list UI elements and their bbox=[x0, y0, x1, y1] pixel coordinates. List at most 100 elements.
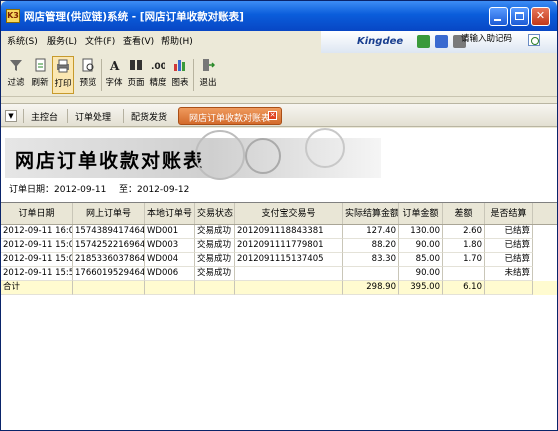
reconciliation-table: 订单日期 网上订单号 本地订单号 交易状态 支付宝交易号 实际结算金额 订单金额… bbox=[1, 202, 557, 428]
cell-order-date: 2012-09-11 16:00 bbox=[1, 225, 73, 239]
total-cell bbox=[195, 281, 235, 295]
filter-icon bbox=[10, 60, 22, 71]
column-header[interactable]: 差额 bbox=[443, 203, 485, 224]
helpcode-search-icon[interactable] bbox=[528, 34, 540, 46]
tab-active-reconciliation[interactable]: 网店订单收款对账表 ✕ bbox=[178, 107, 282, 125]
cell-trade-status: 交易成功 bbox=[195, 225, 235, 239]
people-icon[interactable] bbox=[417, 35, 430, 48]
cell-difference: 1.80 bbox=[443, 239, 485, 253]
printer-icon bbox=[57, 59, 69, 73]
cell-order-date: 2012-09-11 15:50 bbox=[1, 267, 73, 281]
column-header[interactable]: 实际结算金额 bbox=[343, 203, 399, 224]
filter-label: 过滤 bbox=[7, 78, 25, 88]
column-header[interactable]: 订单金额 bbox=[399, 203, 443, 224]
cell-local-order-no: WD001 bbox=[145, 225, 195, 239]
filter-button[interactable]: 过滤 bbox=[5, 56, 27, 94]
maximize-button[interactable] bbox=[510, 7, 529, 26]
cell-difference bbox=[443, 267, 485, 281]
cell-settled-status: 已结算 bbox=[485, 239, 533, 253]
toolbar-separator bbox=[101, 59, 102, 91]
banner-decoration bbox=[245, 138, 281, 174]
precision-label: 精度 bbox=[149, 78, 167, 88]
menu-system[interactable]: 系统(S) bbox=[7, 34, 38, 47]
menu-help[interactable]: 帮助(H) bbox=[161, 34, 193, 47]
total-cell bbox=[145, 281, 195, 295]
banner-decoration bbox=[305, 128, 345, 168]
column-header[interactable]: 本地订单号 bbox=[145, 203, 195, 224]
tab-distribution[interactable]: 配货发货 bbox=[131, 110, 167, 123]
cell-alipay-no: 2012091115137405 bbox=[235, 253, 343, 267]
preview-label: 预览 bbox=[79, 78, 97, 88]
refresh-label: 刷新 bbox=[31, 78, 49, 88]
table-row[interactable]: 2012-09-11 15:05 157425221696453 WD003 交… bbox=[1, 239, 557, 253]
total-difference: 6.10 bbox=[443, 281, 485, 295]
total-label: 合计 bbox=[1, 281, 73, 295]
cell-settled-amount: 127.40 bbox=[343, 225, 399, 239]
cell-order-amount: 90.00 bbox=[399, 267, 443, 281]
helpcode-label: 请输入助记码 bbox=[461, 34, 513, 44]
app-logo-icon: K3 bbox=[6, 9, 20, 23]
refresh-button[interactable]: 刷新 bbox=[29, 56, 51, 94]
svg-text:.00: .00 bbox=[151, 62, 165, 72]
print-button[interactable]: 打印 bbox=[52, 56, 74, 94]
title-bar: K3 网店管理(供应链)系统 - [网店订单收款对账表] ✕ bbox=[1, 1, 557, 31]
cell-online-order-no: 157425221696453 bbox=[73, 239, 145, 253]
report-content: 网店订单收款对账表 订单日期：2012-09-11 至：2012-09-12 订… bbox=[1, 128, 557, 430]
cell-difference: 1.70 bbox=[443, 253, 485, 267]
minimize-button[interactable] bbox=[489, 7, 508, 26]
cell-settled-amount bbox=[343, 267, 399, 281]
column-header[interactable]: 网上订单号 bbox=[73, 203, 145, 224]
tab-separator bbox=[67, 109, 68, 123]
total-order-amount: 395.00 bbox=[399, 281, 443, 295]
tab-order-processing[interactable]: 订单处理 bbox=[75, 110, 111, 123]
table-row[interactable]: 2012-09-11 15:50 176601952946453 WD006 交… bbox=[1, 267, 557, 281]
column-header[interactable]: 支付宝交易号 bbox=[235, 203, 343, 224]
toolbar: 过滤 刷新 打印 预览 A 字体 页面 .00 精度 图表 bbox=[1, 53, 557, 97]
cell-alipay-no bbox=[235, 267, 343, 281]
tab-active-label: 网店订单收款对账表 bbox=[189, 114, 271, 124]
cell-order-amount: 85.00 bbox=[399, 253, 443, 267]
report-banner: 网店订单收款对账表 bbox=[5, 128, 381, 180]
page-button[interactable]: 页面 bbox=[125, 56, 147, 94]
menu-service[interactable]: 服务(L) bbox=[47, 34, 77, 47]
chart-button[interactable]: 图表 bbox=[169, 56, 191, 94]
banner-decoration bbox=[195, 130, 245, 180]
tabs-bar: ▼ 主控台 订单处理 配货发货 网店订单收款对账表 ✕ bbox=[1, 103, 557, 127]
exit-button[interactable]: 退出 bbox=[197, 56, 219, 94]
monitor-icon[interactable] bbox=[435, 35, 448, 48]
table-header-row: 订单日期 网上订单号 本地订单号 交易状态 支付宝交易号 实际结算金额 订单金额… bbox=[1, 203, 557, 225]
cell-trade-status: 交易成功 bbox=[195, 239, 235, 253]
cell-settled-status: 已结算 bbox=[485, 253, 533, 267]
column-header[interactable]: 订单日期 bbox=[1, 203, 73, 224]
preview-button[interactable]: 预览 bbox=[77, 56, 99, 94]
cell-settled-amount: 88.20 bbox=[343, 239, 399, 253]
tabs-dropdown-icon[interactable]: ▼ bbox=[5, 110, 17, 122]
table-row[interactable]: 2012-09-11 16:00 157438941746453 WD001 交… bbox=[1, 225, 557, 239]
cell-local-order-no: WD004 bbox=[145, 253, 195, 267]
brand-area: Kingdee bbox=[321, 31, 557, 53]
menu-file[interactable]: 文件(F) bbox=[85, 34, 115, 47]
tab-console[interactable]: 主控台 bbox=[31, 110, 58, 123]
close-button[interactable]: ✕ bbox=[531, 7, 550, 26]
order-date-to: 至：2012-09-12 bbox=[119, 185, 190, 195]
cell-trade-status: 交易成功 bbox=[195, 253, 235, 267]
table-row[interactable]: 2012-09-11 15:05 218533603786453 WD004 交… bbox=[1, 253, 557, 267]
precision-button[interactable]: .00 精度 bbox=[147, 56, 169, 94]
total-cell bbox=[485, 281, 533, 295]
cell-local-order-no: WD006 bbox=[145, 267, 195, 281]
cell-alipay-no: 2012091118843381 bbox=[235, 225, 343, 239]
exit-icon bbox=[203, 59, 215, 71]
order-date-from: 订单日期：2012-09-11 bbox=[9, 185, 107, 195]
cell-trade-status: 交易成功 bbox=[195, 267, 235, 281]
page-icon bbox=[130, 60, 142, 70]
font-button[interactable]: A 字体 bbox=[103, 56, 125, 94]
menu-view[interactable]: 查看(V) bbox=[123, 34, 154, 47]
report-title: 网店订单收款对账表 bbox=[15, 150, 205, 172]
cell-order-date: 2012-09-11 15:05 bbox=[1, 239, 73, 253]
toolbar-separator bbox=[193, 59, 194, 91]
total-cell bbox=[73, 281, 145, 295]
column-header[interactable]: 是否结算 bbox=[485, 203, 533, 224]
table-total-row: 合计 298.90 395.00 6.10 bbox=[1, 281, 557, 295]
column-header[interactable]: 交易状态 bbox=[195, 203, 235, 224]
close-tab-icon[interactable]: ✕ bbox=[268, 111, 277, 120]
